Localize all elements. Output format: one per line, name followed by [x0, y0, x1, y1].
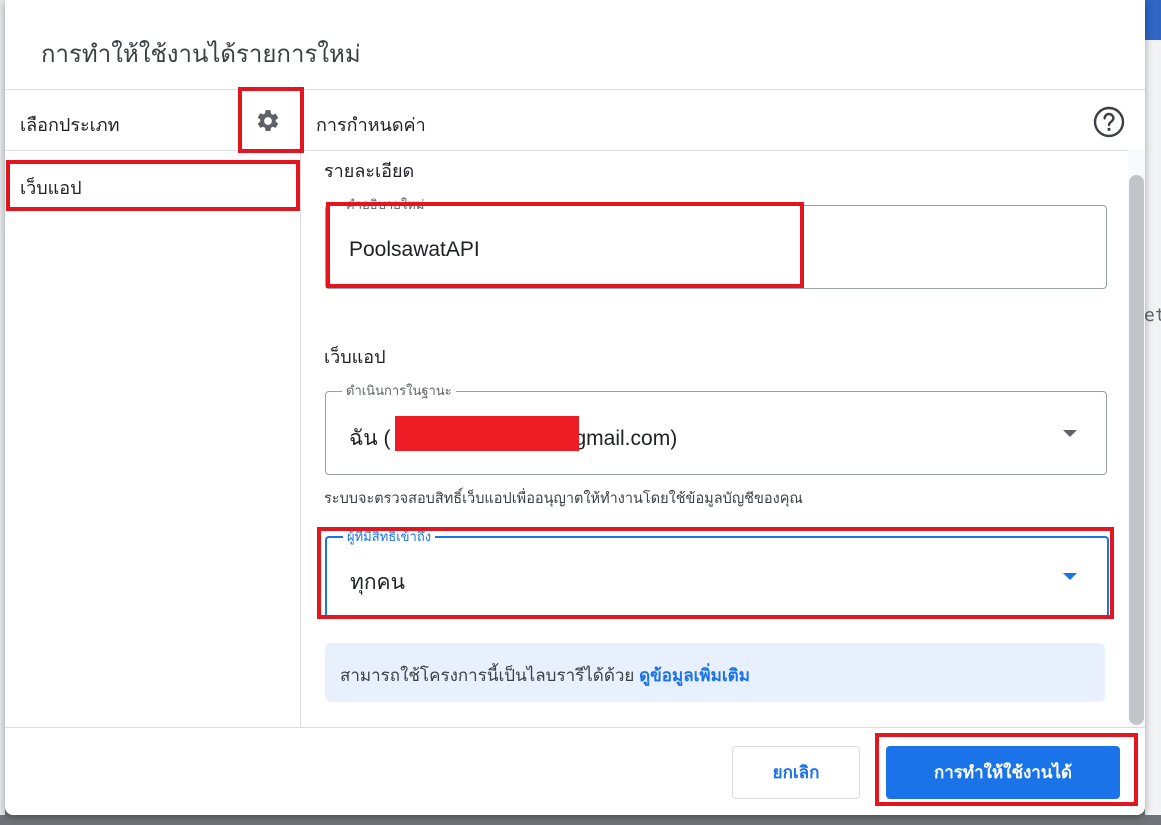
background-toolbar — [1145, 0, 1161, 40]
redaction-bar — [395, 416, 579, 451]
divider — [5, 150, 1145, 151]
description-input[interactable]: PoolsawatAPI — [349, 238, 480, 262]
nav-item-label: เว็บแอป — [20, 178, 82, 198]
cancel-button[interactable]: ยกเลิก — [732, 746, 860, 799]
access-label: ผู้ที่มีสิทธิ์เข้าถึง — [343, 529, 436, 545]
execute-as-label: ดำเนินการในฐานะ — [342, 383, 456, 399]
dropdown-arrow-icon[interactable] — [1063, 573, 1077, 580]
description-field[interactable]: คำอธิบายใหม่ PoolsawatAPI — [325, 197, 1107, 289]
info-text: สามารถใช้โครงการนี้เป็นไลบรารีได้ด้วย ดู… — [340, 662, 750, 689]
nav-item-webapp[interactable]: เว็บแอป — [10, 160, 300, 210]
background-page — [1145, 40, 1161, 815]
select-type-header: เลือกประเภท — [20, 115, 120, 135]
access-value: ทุกคน — [350, 571, 405, 594]
execute-as-prefix: ฉัน ( — [349, 427, 391, 450]
divider — [300, 89, 301, 727]
library-info-banner: สามารถใช้โครงการนี้เป็นไลบรารีได้ด้วย ดู… — [325, 643, 1105, 702]
divider — [5, 727, 1145, 728]
scrollbar-thumb[interactable] — [1129, 175, 1144, 725]
dialog-title: การทำให้ใช้งานได้รายการใหม่ — [41, 41, 361, 68]
divider — [5, 89, 1145, 90]
dropdown-arrow-icon[interactable] — [1063, 430, 1077, 437]
webapp-section-title: เว็บแอป — [324, 347, 386, 367]
deploy-button[interactable]: การทำให้ใช้งานได้ — [886, 746, 1120, 799]
learn-more-link[interactable]: ดูข้อมูลเพิ่มเติม — [639, 666, 750, 685]
execute-as-helper: ระบบจะตรวจสอบสิทธิ์เว็บแอปเพื่ออนุญาตให้… — [324, 491, 803, 507]
help-icon[interactable] — [1092, 105, 1126, 139]
access-select[interactable]: ผู้ที่มีสิทธิ์เข้าถึง ทุกคน — [325, 529, 1109, 618]
background-text: et — [1144, 305, 1161, 326]
gear-icon[interactable] — [254, 107, 282, 135]
new-deployment-dialog: การทำให้ใช้งานได้รายการใหม่ เลือกประเภท … — [5, 0, 1145, 815]
details-section-title: รายละเอียด — [324, 161, 415, 181]
description-label: คำอธิบายใหม่ — [342, 197, 429, 213]
configuration-header: การกำหนดค่า — [316, 115, 426, 135]
info-message: สามารถใช้โครงการนี้เป็นไลบรารีได้ด้วย — [340, 666, 635, 685]
execute-as-suffix: gmail.com) — [574, 427, 678, 450]
